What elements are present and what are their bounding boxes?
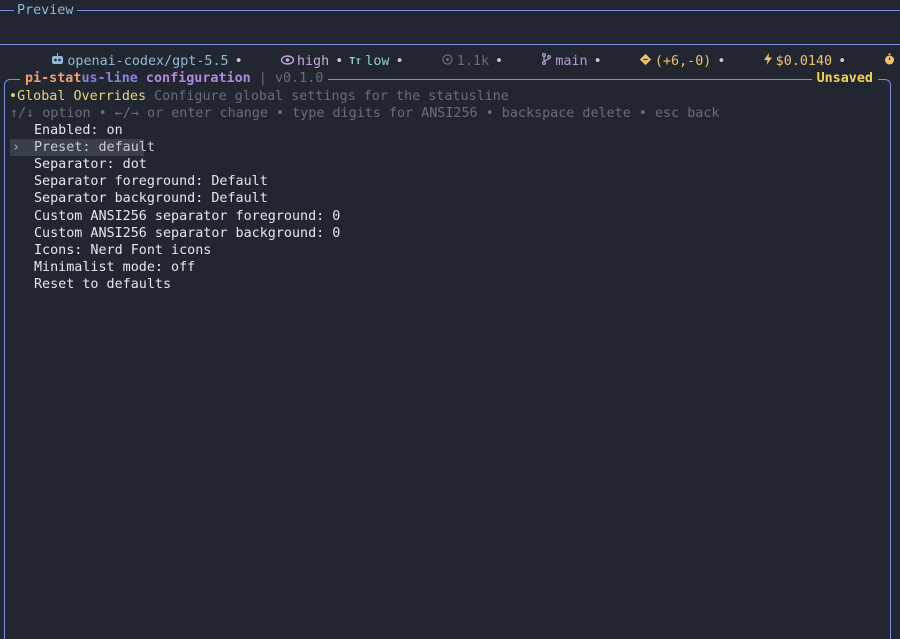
menu-item-label: Separator foreground: Default [34,174,268,190]
separator-dot: • [593,54,602,69]
title-part3: configuration [137,71,251,86]
git-branch: main [555,54,588,69]
unsaved-badge: Unsaved [811,70,878,87]
menu-item[interactable]: Icons: Nerd Font icons [10,242,211,259]
section-bullet: • [9,89,18,104]
title-part2: us-line [81,71,138,86]
menu-item[interactable]: Custom ANSI256 separator foreground: 0 [10,208,340,225]
separator-dot: • [838,54,847,69]
menu-item[interactable]: Enabled: on [10,122,144,139]
preview-bottom-border [0,44,900,45]
section-title: Global Overrides [17,89,147,104]
thinking-level: high [296,54,330,69]
menu-item-label: Icons: Nerd Font icons [34,242,212,258]
token-count: 1.1k [456,54,490,69]
elapsed-time: 1m [895,54,900,69]
selection-marker: › [12,140,21,156]
menu-item-label: Separator background: Default [34,191,268,207]
menu-item[interactable]: Separator foreground: Default [10,173,268,190]
preview-top-border [0,10,900,11]
menu-item-label: Custom ANSI256 separator foreground: 0 [34,208,341,224]
menu-item-label: Reset to defaults [34,276,172,292]
preview-label: Preview [14,2,78,19]
menu-item-label: Enabled: on [34,123,123,138]
menu-item[interactable]: Custom ANSI256 separator background: 0 [10,225,340,242]
version-separator: | [250,71,275,86]
separator-dot: • [395,54,404,69]
version: v0.1.0 [274,71,324,86]
menu-item[interactable]: Separator background: Default [10,190,268,207]
verbosity-level: low [365,54,390,69]
menu-item-label: Minimalist mode: off [34,259,196,275]
separator-dot: • [234,54,243,69]
menu-item[interactable]: › Preset: default [10,139,155,157]
section-description: Configure global settings for the status… [146,89,509,104]
menu-item[interactable]: Minimalist mode: off [10,259,195,276]
help-hint: ↑/↓ option • ←/→ or enter change • type … [10,106,720,121]
separator-dot: • [495,54,504,69]
title-part1: pi-stat [25,71,82,86]
git-diff: (+6,-0) [654,54,712,69]
session-cost: $0.0140 [775,54,833,69]
section-header: •Global Overrides Configure global setti… [9,88,509,105]
menu-item[interactable]: Separator: dot [10,156,147,173]
menu-item[interactable]: Reset to defaults [10,276,171,293]
separator-dot: • [335,54,344,69]
menu-item-label: Separator: dot [34,157,147,173]
menu-item-label: Custom ANSI256 separator background: 0 [34,225,341,241]
config-title: pi-status-line configuration | v0.1.0 [20,70,329,87]
model-name: openai-codex/gpt-5.5 [67,54,229,69]
menu-item-label: Preset: default [34,140,155,156]
text-size-icon: Tт [349,56,362,67]
separator-dot: • [717,54,726,69]
